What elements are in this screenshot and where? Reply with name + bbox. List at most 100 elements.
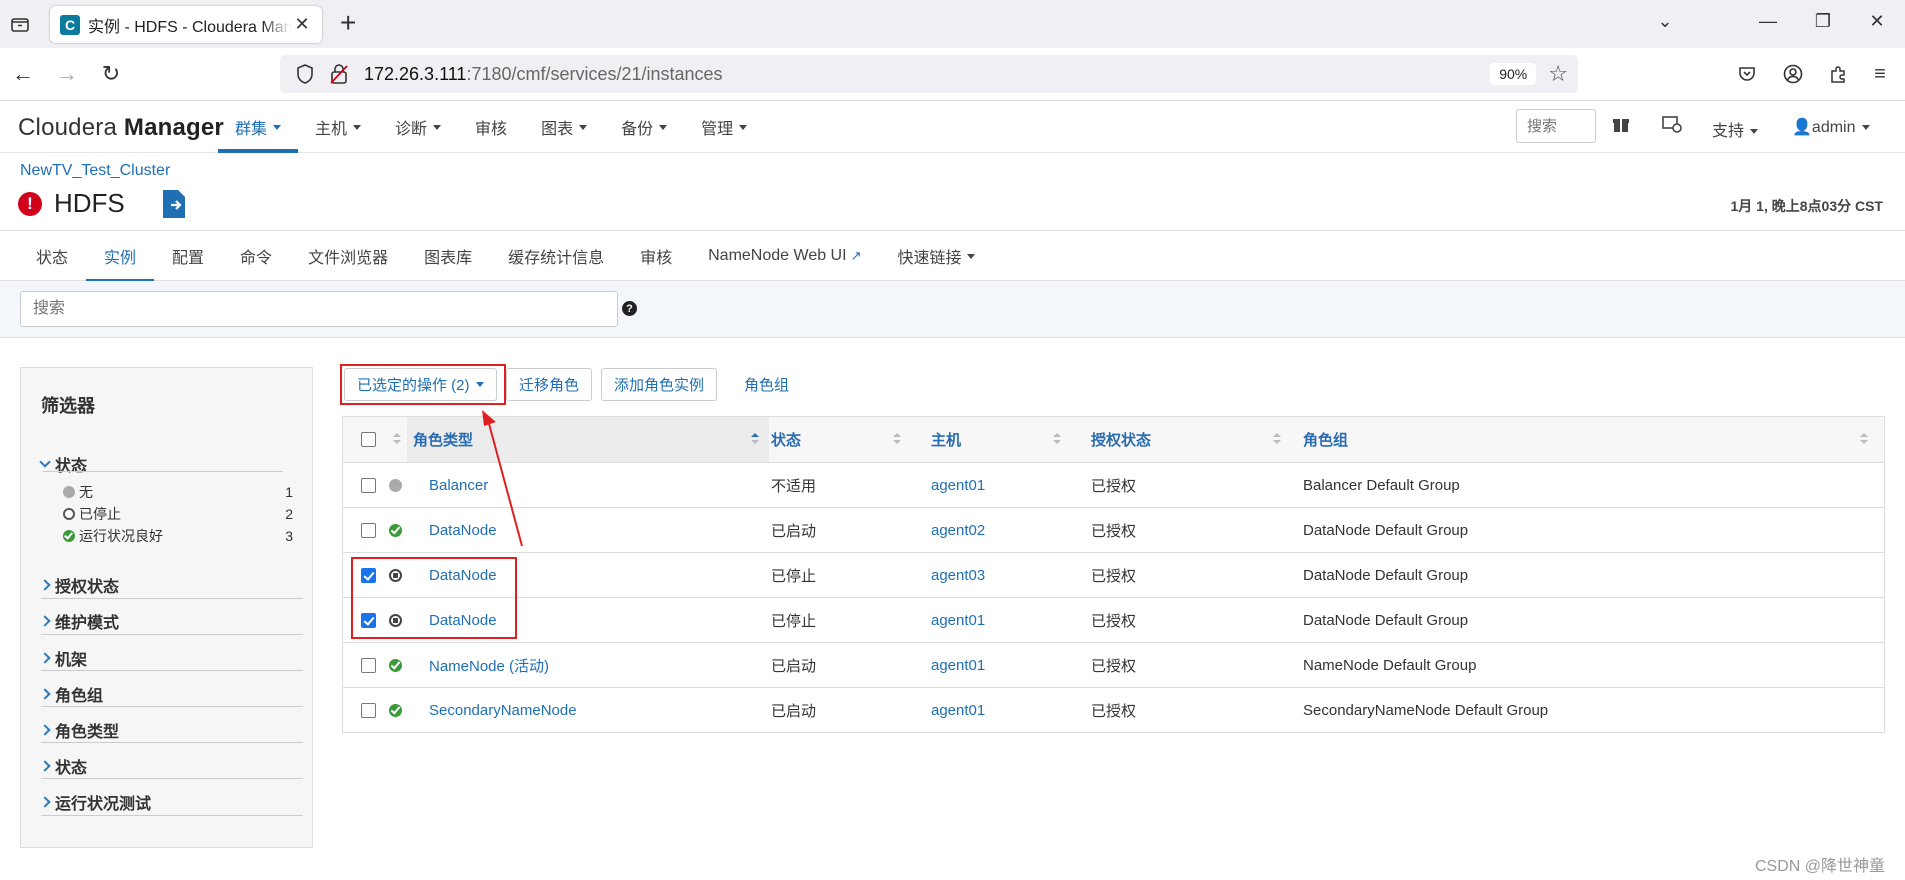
divider (41, 670, 303, 671)
header-search-input[interactable] (1516, 109, 1596, 143)
column-header-auth-state[interactable]: 授权状态 (1091, 417, 1291, 462)
reload-icon[interactable]: ↻ (96, 59, 126, 89)
caret-down-icon (353, 124, 362, 130)
pocket-icon[interactable] (1733, 60, 1761, 88)
host-link[interactable]: agent01 (931, 643, 985, 688)
chevron-right-icon (39, 760, 51, 772)
instance-search-input[interactable] (20, 291, 618, 327)
nav-administration[interactable]: 管理 (684, 101, 764, 153)
tab-commands[interactable]: 命令 (222, 231, 290, 281)
host-link[interactable]: agent01 (931, 463, 985, 508)
role-groups-button[interactable]: 角色组 (731, 368, 803, 401)
filter-section-maintenance[interactable]: 维护模式 (39, 609, 291, 633)
filter-section-role-type[interactable]: 角色类型 (39, 718, 291, 742)
nav-backup[interactable]: 备份 (604, 101, 684, 153)
filter-section-label: 状态 (55, 458, 88, 475)
tab-list-icon[interactable] (6, 10, 34, 38)
state-cell: 已停止 (771, 568, 817, 585)
role-type-link[interactable]: NameNode (活动) (429, 643, 549, 688)
minimize-icon[interactable]: — (1753, 8, 1783, 34)
chevron-down-icon (39, 455, 51, 468)
cloudera-manager-logo[interactable]: Cloudera Manager (18, 114, 224, 142)
filter-section-status-open[interactable]: 状态 (39, 452, 291, 476)
url-text[interactable]: 172.26.3.111:7180/cmf/services/21/instan… (364, 64, 1490, 85)
host-link[interactable]: agent03 (931, 553, 985, 598)
bookmark-star-icon[interactable]: ☆ (1548, 61, 1568, 87)
nav-clusters[interactable]: 群集 (218, 101, 299, 153)
facet-none[interactable]: 无1 (63, 482, 303, 502)
tab-overflow-chevron-icon[interactable]: ⌄ (1650, 8, 1680, 34)
column-header-state[interactable]: 状态 (771, 417, 911, 462)
add-role-instances-button[interactable]: 添加角色实例 (601, 368, 718, 401)
tab-quick-links[interactable]: 快速链接 (879, 231, 993, 281)
filter-section-authorization[interactable]: 授权状态 (39, 573, 291, 597)
running-commands-icon[interactable] (1662, 115, 1682, 138)
health-cell (389, 643, 402, 688)
column-header-role-group[interactable]: 角色组 (1303, 417, 1878, 462)
address-bar[interactable]: 172.26.3.111:7180/cmf/services/21/instan… (280, 55, 1578, 93)
forward-icon[interactable]: → (52, 59, 82, 89)
breadcrumb-cluster[interactable]: NewTV_Test_Cluster (20, 162, 170, 180)
extensions-icon[interactable] (1824, 60, 1852, 88)
filter-section-rack[interactable]: 机架 (39, 646, 291, 670)
highlight-box-actions (340, 364, 506, 405)
shield-icon[interactable] (294, 64, 316, 84)
tab-status[interactable]: 状态 (18, 231, 86, 281)
error-status-icon[interactable]: ! (18, 191, 42, 216)
caret-down-icon (273, 124, 282, 130)
role-type-link[interactable]: SecondaryNameNode (429, 688, 577, 733)
facet-stopped[interactable]: 已停止 2 (63, 504, 303, 524)
back-icon[interactable]: ← (8, 59, 38, 89)
help-icon[interactable]: ? (622, 301, 637, 316)
nav-charts[interactable]: 图表 (524, 101, 604, 153)
window-close-icon[interactable]: ✕ (1862, 8, 1892, 34)
instance-search-band: ? (0, 281, 1905, 338)
tab-cache-statistics[interactable]: 缓存统计信息 (490, 231, 622, 281)
nav-diagnostics[interactable]: 诊断 (378, 101, 458, 153)
row-checkbox[interactable] (361, 478, 376, 493)
browser-tabstrip: C 实例 - HDFS - Cloudera Manager ✕ + ⌄ — ❐… (0, 0, 1905, 48)
row-checkbox[interactable] (361, 523, 376, 538)
facet-good-health[interactable]: 运行状况良好 3 (63, 526, 303, 546)
gift-icon[interactable] (1612, 115, 1630, 138)
migrate-roles-button[interactable]: 迁移角色 (506, 368, 593, 401)
service-name: HDFS (54, 188, 125, 218)
nav-hosts[interactable]: 主机 (298, 101, 378, 153)
tab-file-browser[interactable]: 文件浏览器 (290, 231, 406, 281)
new-tab-icon[interactable]: + (340, 8, 356, 38)
select-all-checkbox[interactable] (361, 432, 376, 447)
insecure-lock-icon[interactable] (328, 64, 350, 84)
column-label: 角色组 (1303, 432, 1349, 449)
tab-instances[interactable]: 实例 (86, 231, 155, 282)
user-menu[interactable]: 👤admin (1792, 117, 1870, 137)
tab-close-icon[interactable]: ✕ (292, 14, 312, 35)
support-menu[interactable]: 支持 (1712, 117, 1759, 141)
restore-icon[interactable]: ❐ (1808, 8, 1838, 34)
tab-namenode-web-ui[interactable]: NameNode Web UI ↗ (690, 231, 879, 281)
nav-label: 主机 (315, 121, 348, 138)
browser-tab-active[interactable]: C 实例 - HDFS - Cloudera Manager ✕ (50, 6, 322, 43)
auth-cell: 已授权 (1091, 478, 1137, 495)
tab-audits[interactable]: 审核 (622, 231, 690, 281)
filter-section-role-group[interactable]: 角色组 (39, 682, 291, 706)
account-icon[interactable] (1779, 60, 1807, 88)
filter-section-state[interactable]: 状态 (39, 754, 291, 778)
menu-hamburger-icon[interactable]: ≡ (1866, 60, 1894, 88)
zoom-level-badge[interactable]: 90% (1490, 63, 1537, 85)
host-link[interactable]: agent02 (931, 508, 985, 553)
row-checkbox[interactable] (361, 703, 376, 718)
row-checkbox[interactable] (361, 658, 376, 673)
nav-audits[interactable]: 审核 (458, 101, 524, 153)
service-actions-icon[interactable] (161, 189, 187, 219)
host-link[interactable]: agent01 (931, 598, 985, 643)
table-row: DataNode 已启动 agent02 已授权 DataNode Defaul… (343, 507, 1884, 552)
column-header-role-type[interactable]: 角色类型 (407, 417, 769, 462)
tab-configuration[interactable]: 配置 (154, 231, 222, 281)
top-nav: 群集 主机 诊断 审核 图表 备份 管理 (218, 101, 764, 153)
health-cell (389, 463, 402, 508)
health-column-header[interactable] (385, 417, 405, 462)
filter-section-health-tests[interactable]: 运行状况测试 (39, 790, 291, 814)
tab-chart-library[interactable]: 图表库 (406, 231, 490, 281)
host-link[interactable]: agent01 (931, 688, 985, 733)
column-header-host[interactable]: 主机 (931, 417, 1071, 462)
